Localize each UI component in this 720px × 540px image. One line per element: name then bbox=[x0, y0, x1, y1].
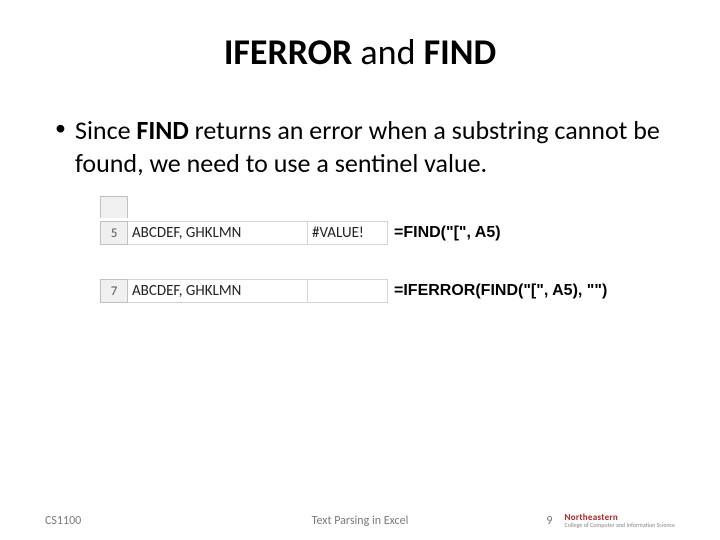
cell-b7 bbox=[308, 279, 388, 303]
logo-bottom: College of Computer and Information Scie… bbox=[565, 522, 676, 528]
row-number-2: 7 bbox=[100, 279, 128, 303]
cell-b5: #VALUE! bbox=[308, 221, 388, 245]
excel-block: 5 ABCDEF, GHKLMN #VALUE! =FIND("[", A5) … bbox=[100, 194, 680, 304]
footer-center: Text Parsing in Excel bbox=[312, 514, 409, 528]
slide: IFERROR and FIND • Since FIND returns an… bbox=[0, 0, 720, 540]
logo: Northeastern College of Computer and Inf… bbox=[565, 513, 676, 528]
cell-a7: ABCDEF, GHKLMN bbox=[128, 279, 308, 303]
bullet-item: • Since FIND returns an error when a sub… bbox=[55, 114, 665, 179]
footer-left: CS1100 bbox=[45, 514, 81, 528]
bullet-pre: Since bbox=[75, 114, 136, 146]
excel-row-2: 7 ABCDEF, GHKLMN =IFERROR(FIND("[", A5),… bbox=[100, 278, 680, 304]
bullet-bold: FIND bbox=[136, 114, 188, 146]
corner-cell bbox=[100, 196, 128, 218]
page-number: 9 bbox=[546, 514, 552, 528]
bullet-text: Since FIND returns an error when a subst… bbox=[75, 114, 665, 179]
title-bold-2: FIND bbox=[424, 30, 497, 74]
excel-group-1: 5 ABCDEF, GHKLMN #VALUE! =FIND("[", A5) bbox=[100, 194, 680, 246]
bullet-area: • Since FIND returns an error when a sub… bbox=[40, 114, 680, 179]
bullet-dot: • bbox=[55, 114, 75, 142]
excel-row-1: 5 ABCDEF, GHKLMN #VALUE! =FIND("[", A5) bbox=[100, 220, 680, 246]
slide-title: IFERROR and FIND bbox=[40, 30, 680, 74]
excel-header-row bbox=[100, 194, 680, 220]
formula-1: =FIND("[", A5) bbox=[394, 224, 501, 242]
row-number-1: 5 bbox=[100, 221, 128, 245]
footer-right: 9 Northeastern College of Computer and I… bbox=[546, 513, 675, 528]
footer: CS1100 Text Parsing in Excel 9 Northeast… bbox=[0, 513, 720, 528]
cell-a5: ABCDEF, GHKLMN bbox=[128, 221, 308, 245]
excel-group-2: 7 ABCDEF, GHKLMN =IFERROR(FIND("[", A5),… bbox=[100, 278, 680, 304]
title-mid: and bbox=[352, 30, 423, 74]
formula-2: =IFERROR(FIND("[", A5), "") bbox=[394, 282, 607, 300]
title-bold-1: IFERROR bbox=[224, 30, 352, 74]
